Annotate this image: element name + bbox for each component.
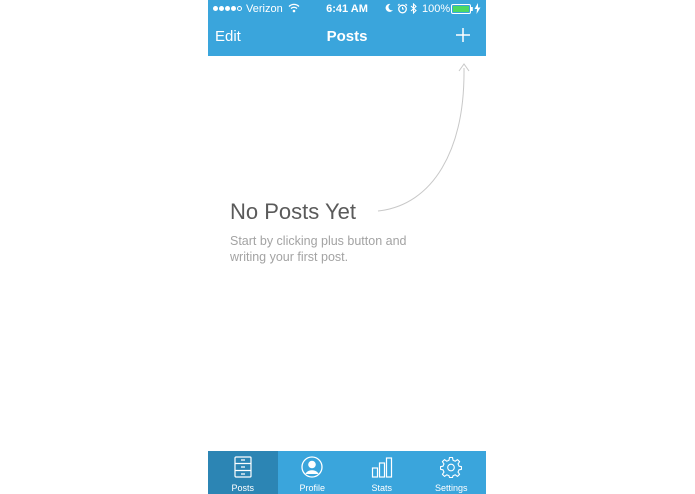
tab-profile[interactable]: Profile	[278, 451, 348, 494]
tab-label: Profile	[299, 483, 325, 493]
alarm-icon	[397, 3, 408, 14]
empty-state-description: Start by clicking plus button and writin…	[230, 234, 407, 264]
battery-icon	[451, 4, 473, 14]
app-screen: Verizon 6:41 AM 100% Edit Posts No Posts…	[208, 0, 486, 494]
tab-label: Posts	[231, 483, 254, 493]
battery-percentage: 100%	[422, 3, 451, 15]
header: Verizon 6:41 AM 100% Edit Posts	[208, 0, 486, 56]
charging-icon	[474, 3, 481, 14]
posts-icon	[234, 456, 252, 478]
moon-icon	[385, 3, 393, 12]
gear-icon	[440, 456, 463, 478]
plus-icon[interactable]	[455, 27, 471, 43]
tab-label: Stats	[371, 483, 392, 493]
tab-posts[interactable]: Posts	[208, 451, 278, 494]
tab-settings[interactable]: Settings	[417, 451, 487, 494]
status-bar: Verizon 6:41 AM 100%	[208, 0, 486, 18]
stats-icon	[371, 457, 392, 478]
page-title: Posts	[326, 28, 368, 45]
tab-stats[interactable]: Stats	[347, 451, 417, 494]
empty-state-title: No Posts Yet	[230, 199, 356, 224]
tab-bar: Posts Profile Stats Settings	[208, 451, 486, 494]
navigation-bar: Edit Posts	[208, 18, 486, 56]
bluetooth-icon	[410, 3, 417, 14]
profile-icon	[301, 456, 323, 478]
tab-label: Settings	[434, 483, 468, 493]
